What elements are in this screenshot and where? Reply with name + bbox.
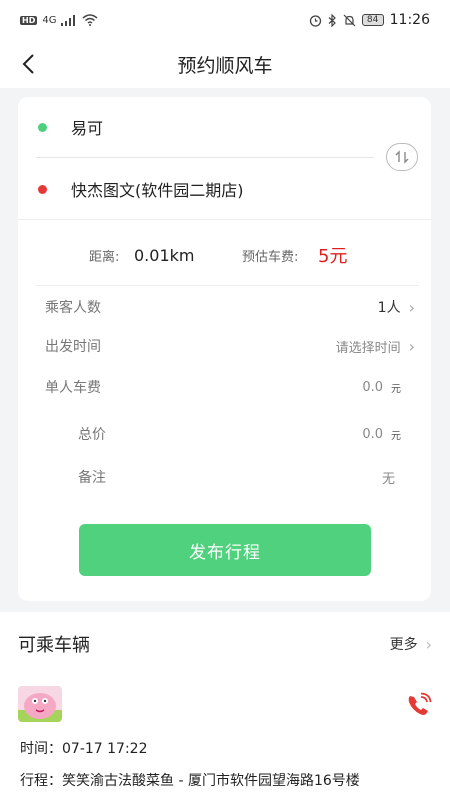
depart-time-value-group: 请选择时间 › (336, 337, 415, 356)
mute-icon (343, 14, 356, 26)
per-fare-label: 单人车费 (45, 380, 101, 396)
more-link[interactable]: 更多 › (390, 634, 432, 654)
nav-bar: 预约顺风车 (0, 40, 450, 88)
remark-value: 无 (381, 471, 395, 487)
total-value-group: 0.0 元 (362, 427, 401, 442)
total-value: 0.0 (362, 426, 383, 442)
end-dot (38, 184, 47, 194)
phone-icon (408, 692, 432, 715)
distance-label: 距离: (89, 249, 120, 265)
total-unit: 元 (391, 430, 401, 442)
per-fare-value: 0.0 (362, 379, 383, 395)
alarm-icon (309, 14, 321, 27)
network-type: 4G (42, 14, 57, 26)
end-location-text: 快杰图文(软件园二期店) (71, 181, 244, 200)
remark-row[interactable]: 备注 无 (18, 457, 431, 497)
avatar-image (18, 686, 62, 722)
location-divider (36, 157, 374, 158)
status-left: HD 4G (20, 14, 98, 26)
available-vehicles-header: 可乘车辆 更多 › (0, 612, 450, 676)
estimate-label: 预估车费: (242, 249, 299, 265)
per-fare-unit: 元 (391, 383, 401, 395)
swap-icon (395, 150, 409, 164)
total-label: 总价 (78, 427, 106, 443)
back-arrow-icon (22, 54, 34, 74)
page-title: 预约顺风车 (177, 54, 273, 77)
fare-summary: 距离: 0.01km 预估车费: 5元 (18, 235, 431, 275)
distance-value: 0.01km (134, 245, 195, 265)
hd-badge: HD (20, 15, 38, 25)
start-dot (38, 122, 47, 132)
vehicle-time: 时间：07-17 17:22 (20, 741, 148, 757)
wifi-icon (82, 14, 98, 26)
battery-icon: 84 (361, 14, 384, 26)
per-fare-value-group: 0.0 元 (362, 380, 401, 395)
call-button[interactable] (404, 690, 434, 720)
avatar (18, 686, 62, 722)
swap-locations-button[interactable] (386, 143, 418, 171)
status-time: 11:26 (389, 12, 430, 28)
depart-time-value: 请选择时间 (335, 340, 401, 356)
depart-time-row[interactable]: 出发时间 请选择时间 › (18, 326, 431, 366)
estimate-value: 5元 (318, 246, 348, 267)
passengers-row[interactable]: 乘客人数 1人 › (18, 287, 431, 327)
status-right: 84 11:26 (309, 12, 430, 28)
chevron-right-icon: › (408, 297, 415, 317)
signal-icon (61, 14, 76, 26)
fare-divider (36, 285, 419, 286)
card-divider (18, 219, 431, 220)
chevron-right-icon: › (425, 634, 432, 654)
depart-time-label: 出发时间 (45, 339, 101, 355)
end-location-row[interactable]: 快杰图文(软件园二期店) (18, 169, 358, 209)
vehicle-route: 行程：笑笑渝古法酸菜鱼 - 厦门市软件园望海路16号楼 (20, 773, 360, 789)
passengers-label: 乘客人数 (45, 300, 101, 316)
booking-card: 易可 快杰图文(软件园二期店) 距离: 0.01km 预估车费: 5元 乘客人数… (18, 97, 431, 601)
chevron-right-icon: › (408, 336, 415, 356)
passengers-value: 1人 (377, 300, 401, 316)
status-bar: HD 4G 84 11:26 (0, 0, 450, 40)
start-location-text: 易可 (71, 119, 104, 138)
more-label: 更多 (389, 637, 418, 653)
bluetooth-icon (328, 13, 336, 27)
publish-trip-button[interactable]: 发布行程 (79, 524, 371, 576)
per-fare-row: 单人车费 0.0 元 (18, 367, 431, 407)
back-button[interactable] (14, 50, 42, 78)
start-location-row[interactable]: 易可 (18, 107, 358, 147)
remark-label: 备注 (78, 470, 106, 486)
available-vehicles-title: 可乘车辆 (18, 635, 90, 656)
total-row: 总价 0.0 元 (18, 414, 431, 454)
passengers-value-group: 1人 › (378, 297, 415, 317)
